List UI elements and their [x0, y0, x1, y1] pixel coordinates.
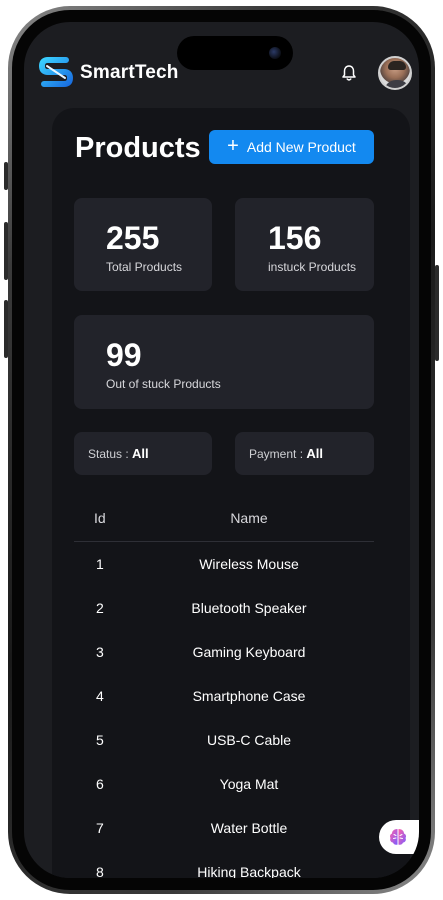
brain-assistant-icon: [390, 829, 406, 845]
row-name: USB-C Cable: [206, 732, 292, 748]
status-filter-label: Status :: [88, 447, 129, 461]
status-filter[interactable]: Status : All: [74, 432, 212, 475]
row-name: Hiking Backpack: [197, 864, 301, 878]
row-name: Gaming Keyboard: [192, 644, 306, 660]
stat-card-out-of-stock: 99 Out of stuck Products: [74, 315, 374, 409]
row-name: Wireless Mouse: [199, 556, 299, 572]
row-name: Bluetooth Speaker: [191, 600, 307, 616]
table-row[interactable]: 5 USB-C Cable: [74, 718, 374, 762]
add-new-product-button[interactable]: + Add New Product: [209, 130, 374, 164]
row-name: Water Bottle: [210, 820, 288, 836]
stat-card-total: 255 Total Products: [74, 198, 212, 291]
phone-bezel: SmartTech Products + Add New Product 255…: [12, 10, 431, 890]
table-row[interactable]: 8 Hiking Backpack: [74, 850, 374, 878]
stat-label: Out of stuck Products: [106, 377, 221, 391]
table-row[interactable]: 3 Gaming Keyboard: [74, 630, 374, 674]
plus-icon: +: [227, 135, 239, 157]
dynamic-island: [177, 36, 293, 70]
bell-icon[interactable]: [340, 64, 358, 82]
app-screen: SmartTech Products + Add New Product 255…: [24, 22, 419, 878]
table-header: Id Name: [74, 496, 374, 542]
brand-name: SmartTech: [80, 62, 179, 83]
stat-card-instock: 156 instuck Products: [235, 198, 374, 291]
table-row[interactable]: 1 Wireless Mouse: [74, 542, 374, 586]
row-name: Yoga Mat: [219, 776, 279, 792]
status-filter-value: All: [132, 446, 149, 461]
table-row[interactable]: 6 Yoga Mat: [74, 762, 374, 806]
row-name: Smartphone Case: [192, 688, 306, 704]
table-row[interactable]: 2 Bluetooth Speaker: [74, 586, 374, 630]
payment-filter-value: All: [306, 446, 323, 461]
column-header-name[interactable]: Name: [74, 510, 419, 526]
assistant-button[interactable]: [379, 820, 419, 854]
payment-filter-label: Payment :: [249, 447, 304, 461]
table-row[interactable]: 7 Water Bottle: [74, 806, 374, 850]
avatar[interactable]: [378, 56, 412, 90]
table-row[interactable]: 4 Smartphone Case: [74, 674, 374, 718]
stat-value: 255: [106, 220, 160, 256]
stat-label: instuck Products: [268, 260, 357, 274]
page-title: Products: [75, 132, 201, 164]
payment-filter[interactable]: Payment : All: [235, 432, 374, 475]
products-panel: Products + Add New Product 255 Total Pro…: [52, 108, 410, 878]
phone-frame: SmartTech Products + Add New Product 255…: [8, 6, 435, 894]
stat-label: Total Products: [106, 260, 183, 274]
smarttech-logo-icon: [38, 57, 74, 87]
add-button-label: Add New Product: [246, 139, 356, 155]
power-button[interactable]: [435, 265, 439, 361]
stat-value: 156: [268, 220, 322, 256]
camera-icon: [269, 47, 281, 59]
stat-value: 99: [106, 337, 142, 373]
